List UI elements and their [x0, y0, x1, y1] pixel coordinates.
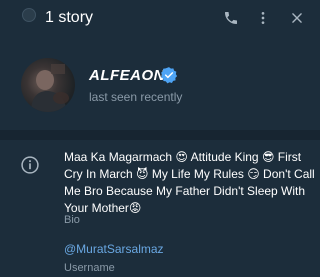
info-icon: [20, 155, 40, 175]
username-link[interactable]: @MuratSarsalmaz: [64, 242, 164, 256]
profile-header: ALFEAON last seen recently: [0, 38, 320, 130]
section-divider: [0, 130, 320, 140]
bio-text: Maa Ka Magarmach 😍 Attitude King 😎 First…: [64, 150, 315, 215]
last-seen-status: last seen recently: [89, 90, 183, 104]
top-bar: 1 story: [0, 0, 320, 38]
phone-icon[interactable]: [221, 8, 241, 28]
close-icon[interactable]: [287, 8, 307, 28]
username-label: Username: [64, 262, 115, 274]
bio-label: Bio: [64, 214, 80, 226]
avatar[interactable]: [21, 58, 75, 112]
story-avatar-icon[interactable]: [22, 8, 36, 22]
profile-name: ALFEAON: [89, 67, 165, 84]
verified-badge-icon: [160, 66, 178, 84]
more-vertical-icon[interactable]: [253, 8, 273, 28]
story-count-title[interactable]: 1 story: [45, 8, 93, 28]
